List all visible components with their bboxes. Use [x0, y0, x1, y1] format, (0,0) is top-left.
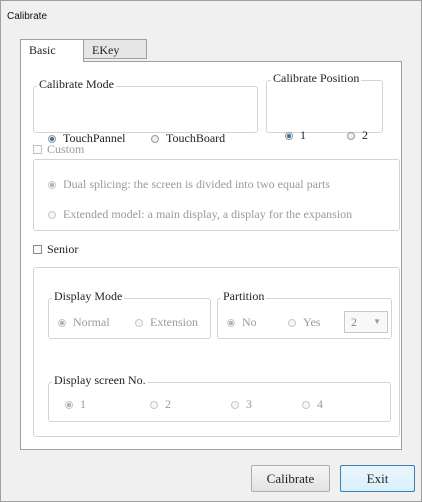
partition-count-select[interactable]: 2 ▼ — [344, 311, 388, 333]
radio-screen-4[interactable]: 4 — [302, 397, 323, 412]
radio-partition-yes[interactable]: Yes — [288, 315, 320, 330]
radio-screen-1[interactable]: 1 — [65, 397, 86, 412]
radio-partition-no[interactable]: No — [227, 315, 257, 330]
radio-unselected-icon — [151, 134, 159, 143]
tab-ekey[interactable]: EKey — [83, 39, 147, 59]
radio-normal[interactable]: Normal — [58, 315, 110, 330]
radio-normal-label: Normal — [73, 315, 110, 329]
radio-extended-model-label: Extended model: a main display, a displa… — [63, 207, 353, 221]
calibrate-position-group — [266, 80, 383, 133]
radio-selected-icon — [227, 318, 235, 327]
checkbox-unchecked-icon — [33, 145, 42, 154]
radio-screen-1-label: 1 — [80, 397, 86, 411]
radio-position-2[interactable]: 2 — [347, 128, 368, 143]
radio-touchboard[interactable]: TouchBoard — [151, 131, 225, 146]
radio-extended-model[interactable]: Extended model: a main display, a displa… — [48, 207, 352, 222]
display-mode-legend: Display Mode — [52, 289, 125, 304]
senior-checkbox[interactable]: Senior — [33, 242, 78, 257]
radio-partition-no-label: No — [242, 315, 257, 329]
senior-checkbox-label: Senior — [47, 242, 79, 256]
chevron-down-icon: ▼ — [373, 317, 381, 326]
calibrate-mode-group — [33, 86, 258, 133]
calibrate-window: Calibrate Basic EKey Calibrate Mode Touc… — [0, 0, 422, 502]
radio-extension-label: Extension — [150, 315, 198, 329]
radio-unselected-icon — [302, 400, 310, 409]
radio-partition-yes-label: Yes — [303, 315, 321, 329]
calibrate-mode-legend: Calibrate Mode — [37, 77, 116, 92]
radio-position-2-label: 2 — [362, 128, 368, 142]
custom-checkbox[interactable]: Custom — [33, 142, 84, 157]
radio-screen-2-label: 2 — [165, 397, 171, 411]
radio-screen-3[interactable]: 3 — [231, 397, 252, 412]
radio-screen-2[interactable]: 2 — [150, 397, 171, 412]
exit-button[interactable]: Exit — [340, 465, 415, 492]
radio-screen-3-label: 3 — [246, 397, 252, 411]
radio-dual-splicing[interactable]: Dual splicing: the screen is divided int… — [48, 177, 330, 192]
tab-basic[interactable]: Basic — [20, 39, 84, 62]
custom-checkbox-label: Custom — [47, 142, 85, 156]
radio-position-1-label: 1 — [300, 128, 306, 142]
partition-count-value: 2 — [351, 315, 357, 329]
radio-unselected-icon — [135, 318, 143, 327]
display-screen-legend: Display screen No. — [52, 373, 148, 388]
radio-selected-icon — [65, 400, 73, 409]
radio-screen-4-label: 4 — [317, 397, 323, 411]
radio-unselected-icon — [48, 210, 56, 219]
calibrate-button[interactable]: Calibrate — [251, 465, 330, 492]
radio-unselected-icon — [150, 400, 158, 409]
partition-legend: Partition — [221, 289, 267, 304]
calibrate-position-legend: Calibrate Position — [271, 71, 362, 86]
radio-position-1[interactable]: 1 — [285, 128, 306, 143]
radio-unselected-icon — [231, 400, 239, 409]
window-title: Calibrate — [7, 11, 48, 22]
radio-dual-splicing-label: Dual splicing: the screen is divided int… — [63, 177, 330, 191]
radio-selected-icon — [58, 318, 66, 327]
radio-touchboard-label: TouchBoard — [166, 131, 226, 145]
display-screen-group — [48, 382, 391, 422]
radio-selected-icon — [48, 180, 56, 189]
radio-extension[interactable]: Extension — [135, 315, 198, 330]
checkbox-unchecked-icon — [33, 245, 42, 254]
radio-unselected-icon — [288, 318, 296, 327]
radio-selected-icon — [285, 131, 293, 140]
radio-unselected-icon — [347, 131, 355, 140]
